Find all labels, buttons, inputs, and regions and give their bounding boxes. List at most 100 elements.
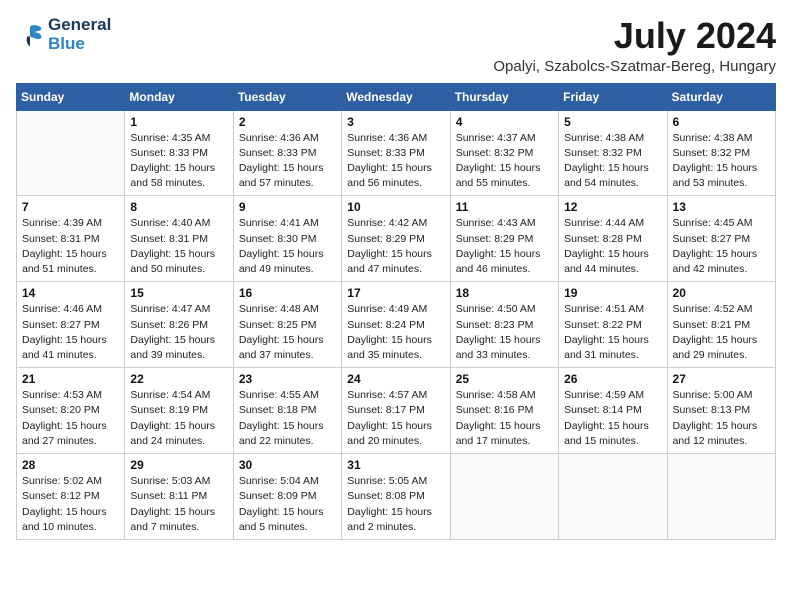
day-info: Sunrise: 4:38 AM Sunset: 8:32 PM Dayligh… bbox=[673, 131, 770, 192]
day-number: 3 bbox=[347, 115, 444, 129]
calendar-table: SundayMondayTuesdayWednesdayThursdayFrid… bbox=[16, 83, 776, 540]
day-info: Sunrise: 4:57 AM Sunset: 8:17 PM Dayligh… bbox=[347, 388, 444, 449]
week-row-2: 7 Sunrise: 4:39 AM Sunset: 8:31 PM Daylig… bbox=[17, 196, 776, 282]
calendar-cell: 2Sunrise: 4:36 AM Sunset: 8:33 PM Daylig… bbox=[233, 110, 341, 196]
day-info: Sunrise: 4:38 AM Sunset: 8:32 PM Dayligh… bbox=[564, 131, 661, 192]
calendar-cell: 13 Sunrise: 4:45 AM Sunset: 8:27 PM Dayli… bbox=[667, 196, 775, 282]
day-info: Sunrise: 4:52 AM Sunset: 8:21 PM Dayligh… bbox=[673, 302, 770, 363]
day-info: Sunrise: 4:48 AM Sunset: 8:25 PM Dayligh… bbox=[239, 302, 336, 363]
day-info: Sunrise: 5:04 AM Sunset: 8:09 PM Dayligh… bbox=[239, 474, 336, 535]
day-number: 11 bbox=[456, 200, 553, 214]
calendar-cell: 20Sunrise: 4:52 AM Sunset: 8:21 PM Dayli… bbox=[667, 282, 775, 368]
logo: General Blue bbox=[16, 16, 111, 53]
day-number: 15 bbox=[130, 286, 227, 300]
day-number: 29 bbox=[130, 458, 227, 472]
calendar-cell: 6 Sunrise: 4:38 AM Sunset: 8:32 PM Daylig… bbox=[667, 110, 775, 196]
day-number: 30 bbox=[239, 458, 336, 472]
calendar-cell bbox=[559, 454, 667, 540]
day-info: Sunrise: 5:05 AM Sunset: 8:08 PM Dayligh… bbox=[347, 474, 444, 535]
calendar-cell: 30 Sunrise: 5:04 AM Sunset: 8:09 PM Dayli… bbox=[233, 454, 341, 540]
calendar-cell: 22 Sunrise: 4:54 AM Sunset: 8:19 PM Dayli… bbox=[125, 368, 233, 454]
day-number: 17 bbox=[347, 286, 444, 300]
day-info: Sunrise: 4:46 AM Sunset: 8:27 PM Dayligh… bbox=[22, 302, 119, 363]
calendar-cell: 19Sunrise: 4:51 AM Sunset: 8:22 PM Dayli… bbox=[559, 282, 667, 368]
day-number: 4 bbox=[456, 115, 553, 129]
calendar-cell bbox=[450, 454, 558, 540]
day-info: Sunrise: 4:51 AM Sunset: 8:22 PM Dayligh… bbox=[564, 302, 661, 363]
day-number: 28 bbox=[22, 458, 119, 472]
day-number: 26 bbox=[564, 372, 661, 386]
calendar-cell: 14 Sunrise: 4:46 AM Sunset: 8:27 PM Dayli… bbox=[17, 282, 125, 368]
calendar-cell: 25 Sunrise: 4:58 AM Sunset: 8:16 PM Dayli… bbox=[450, 368, 558, 454]
day-info: Sunrise: 5:02 AM Sunset: 8:12 PM Dayligh… bbox=[22, 474, 119, 535]
title-block: July 2024 Opalyi, Szabolcs-Szatmar-Bereg… bbox=[493, 16, 776, 75]
day-info: Sunrise: 4:53 AM Sunset: 8:20 PM Dayligh… bbox=[22, 388, 119, 449]
calendar-cell: 7 Sunrise: 4:39 AM Sunset: 8:31 PM Daylig… bbox=[17, 196, 125, 282]
calendar-cell: 11 Sunrise: 4:43 AM Sunset: 8:29 PM Dayli… bbox=[450, 196, 558, 282]
day-number: 9 bbox=[239, 200, 336, 214]
column-header-thursday: Thursday bbox=[450, 83, 558, 110]
day-number: 27 bbox=[673, 372, 770, 386]
day-info: Sunrise: 4:39 AM Sunset: 8:31 PM Dayligh… bbox=[22, 216, 119, 277]
day-info: Sunrise: 4:40 AM Sunset: 8:31 PM Dayligh… bbox=[130, 216, 227, 277]
calendar-cell: 4 Sunrise: 4:37 AM Sunset: 8:32 PM Daylig… bbox=[450, 110, 558, 196]
day-info: Sunrise: 4:50 AM Sunset: 8:23 PM Dayligh… bbox=[456, 302, 553, 363]
day-number: 23 bbox=[239, 372, 336, 386]
day-info: Sunrise: 4:45 AM Sunset: 8:27 PM Dayligh… bbox=[673, 216, 770, 277]
day-number: 7 bbox=[22, 200, 119, 214]
day-number: 1 bbox=[130, 115, 227, 129]
location-subtitle: Opalyi, Szabolcs-Szatmar-Bereg, Hungary bbox=[493, 58, 776, 75]
day-info: Sunrise: 4:44 AM Sunset: 8:28 PM Dayligh… bbox=[564, 216, 661, 277]
calendar-cell: 24Sunrise: 4:57 AM Sunset: 8:17 PM Dayli… bbox=[342, 368, 450, 454]
calendar-cell: 31 Sunrise: 5:05 AM Sunset: 8:08 PM Dayli… bbox=[342, 454, 450, 540]
day-info: Sunrise: 5:00 AM Sunset: 8:13 PM Dayligh… bbox=[673, 388, 770, 449]
month-year-title: July 2024 bbox=[493, 16, 776, 56]
day-number: 25 bbox=[456, 372, 553, 386]
day-number: 12 bbox=[564, 200, 661, 214]
calendar-cell: 26 Sunrise: 4:59 AM Sunset: 8:14 PM Dayli… bbox=[559, 368, 667, 454]
calendar-cell: 21 Sunrise: 4:53 AM Sunset: 8:20 PM Dayli… bbox=[17, 368, 125, 454]
day-info: Sunrise: 4:58 AM Sunset: 8:16 PM Dayligh… bbox=[456, 388, 553, 449]
week-row-4: 21 Sunrise: 4:53 AM Sunset: 8:20 PM Dayli… bbox=[17, 368, 776, 454]
day-info: Sunrise: 4:37 AM Sunset: 8:32 PM Dayligh… bbox=[456, 131, 553, 192]
calendar-cell: 29Sunrise: 5:03 AM Sunset: 8:11 PM Dayli… bbox=[125, 454, 233, 540]
day-info: Sunrise: 4:59 AM Sunset: 8:14 PM Dayligh… bbox=[564, 388, 661, 449]
calendar-cell: 9 Sunrise: 4:41 AM Sunset: 8:30 PM Daylig… bbox=[233, 196, 341, 282]
day-number: 6 bbox=[673, 115, 770, 129]
week-row-5: 28 Sunrise: 5:02 AM Sunset: 8:12 PM Dayli… bbox=[17, 454, 776, 540]
day-info: Sunrise: 4:43 AM Sunset: 8:29 PM Dayligh… bbox=[456, 216, 553, 277]
calendar-cell: 23Sunrise: 4:55 AM Sunset: 8:18 PM Dayli… bbox=[233, 368, 341, 454]
day-number: 31 bbox=[347, 458, 444, 472]
logo-text: General Blue bbox=[48, 16, 111, 53]
calendar-cell: 10 Sunrise: 4:42 AM Sunset: 8:29 PM Dayli… bbox=[342, 196, 450, 282]
day-number: 13 bbox=[673, 200, 770, 214]
calendar-cell bbox=[667, 454, 775, 540]
day-number: 5 bbox=[564, 115, 661, 129]
column-header-monday: Monday bbox=[125, 83, 233, 110]
day-number: 10 bbox=[347, 200, 444, 214]
column-header-tuesday: Tuesday bbox=[233, 83, 341, 110]
calendar-cell: 18Sunrise: 4:50 AM Sunset: 8:23 PM Dayli… bbox=[450, 282, 558, 368]
column-header-saturday: Saturday bbox=[667, 83, 775, 110]
calendar-cell: 1 Sunrise: 4:35 AM Sunset: 8:33 PM Daylig… bbox=[125, 110, 233, 196]
day-info: Sunrise: 4:35 AM Sunset: 8:33 PM Dayligh… bbox=[130, 131, 227, 192]
day-info: Sunrise: 4:54 AM Sunset: 8:19 PM Dayligh… bbox=[130, 388, 227, 449]
calendar-header-row: SundayMondayTuesdayWednesdayThursdayFrid… bbox=[17, 83, 776, 110]
day-info: Sunrise: 4:42 AM Sunset: 8:29 PM Dayligh… bbox=[347, 216, 444, 277]
day-number: 14 bbox=[22, 286, 119, 300]
column-header-sunday: Sunday bbox=[17, 83, 125, 110]
calendar-cell: 28 Sunrise: 5:02 AM Sunset: 8:12 PM Dayli… bbox=[17, 454, 125, 540]
calendar-cell bbox=[17, 110, 125, 196]
day-number: 16 bbox=[239, 286, 336, 300]
day-info: Sunrise: 4:36 AM Sunset: 8:33 PM Dayligh… bbox=[347, 131, 444, 192]
calendar-cell: 3 Sunrise: 4:36 AM Sunset: 8:33 PM Daylig… bbox=[342, 110, 450, 196]
calendar-cell: 8Sunrise: 4:40 AM Sunset: 8:31 PM Daylig… bbox=[125, 196, 233, 282]
calendar-cell: 5 Sunrise: 4:38 AM Sunset: 8:32 PM Daylig… bbox=[559, 110, 667, 196]
calendar-cell: 17 Sunrise: 4:49 AM Sunset: 8:24 PM Dayli… bbox=[342, 282, 450, 368]
calendar-cell: 27 Sunrise: 5:00 AM Sunset: 8:13 PM Dayli… bbox=[667, 368, 775, 454]
day-info: Sunrise: 4:41 AM Sunset: 8:30 PM Dayligh… bbox=[239, 216, 336, 277]
day-number: 22 bbox=[130, 372, 227, 386]
day-number: 21 bbox=[22, 372, 119, 386]
day-info: Sunrise: 4:49 AM Sunset: 8:24 PM Dayligh… bbox=[347, 302, 444, 363]
page-header: General Blue July 2024 Opalyi, Szabolcs-… bbox=[16, 16, 776, 75]
